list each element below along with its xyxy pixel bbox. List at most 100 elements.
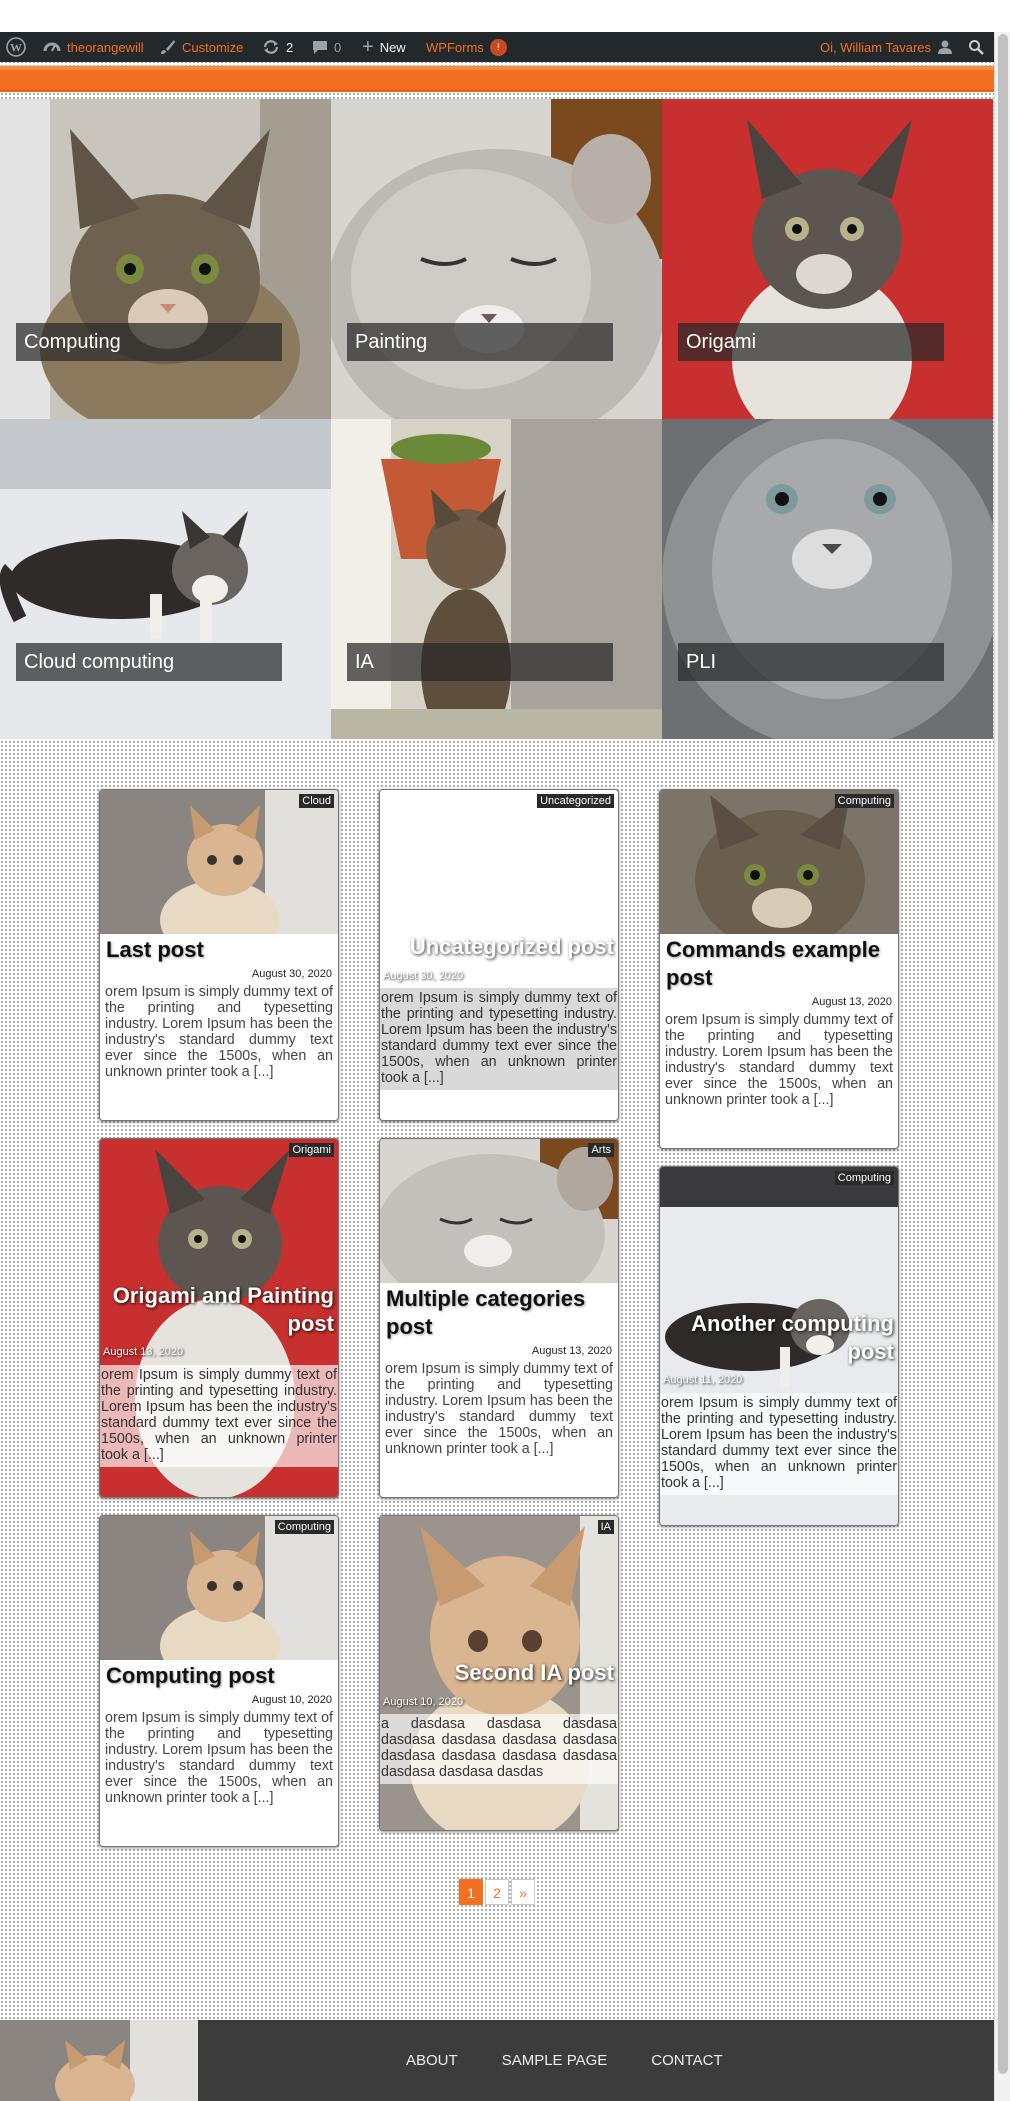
post-card-multiple-categories-post[interactable]: Arts Multiple categories post August 13,… xyxy=(379,1138,619,1498)
account-menu[interactable]: Oi, William Tavares xyxy=(820,32,953,62)
footer-link-sample-page[interactable]: SAMPLE PAGE xyxy=(502,2052,608,2069)
new-content-link[interactable]: + New xyxy=(362,32,406,62)
post-date: August 13, 2020 xyxy=(531,1345,612,1357)
kitten-image xyxy=(662,99,993,419)
footer-image xyxy=(0,2020,198,2101)
comments-count: 0 xyxy=(334,39,342,55)
post-excerpt: orem Ipsum is simply dummy text of the p… xyxy=(380,988,618,1090)
category-tag[interactable]: IA xyxy=(597,1520,614,1534)
category-grid: Computing Painting Origami Cloud computi… xyxy=(0,99,994,739)
category-tag[interactable]: Uncategorized xyxy=(537,794,614,808)
updates-link[interactable]: 2 xyxy=(262,32,293,62)
dashboard-icon xyxy=(43,42,61,52)
post-date: August 10, 2020 xyxy=(383,1696,464,1708)
post-card-second-ia-post[interactable]: IA Second IA post August 10, 2020 a dasd… xyxy=(379,1515,619,1831)
kitten-image xyxy=(0,419,331,739)
category-label: Computing xyxy=(16,323,282,361)
paintbrush-icon xyxy=(161,40,175,54)
page-1-link[interactable]: 1 xyxy=(459,1879,483,1905)
page-scrollbar[interactable] xyxy=(994,32,1010,2101)
category-label: Origami xyxy=(678,323,944,361)
wpforms-label: WPForms xyxy=(426,39,484,55)
category-tile-origami[interactable]: Origami xyxy=(662,99,993,419)
post-excerpt: orem Ipsum is simply dummy text of the p… xyxy=(385,1361,614,1457)
comments-link[interactable]: 0 xyxy=(312,32,341,62)
post-title[interactable]: Last post xyxy=(100,936,338,964)
post-date: August 30, 2020 xyxy=(383,970,464,982)
plus-icon: + xyxy=(362,36,374,58)
post-title[interactable]: Multiple categories post xyxy=(380,1285,618,1341)
category-tag[interactable]: Computing xyxy=(274,1520,334,1534)
post-thumbnail xyxy=(100,1516,338,1660)
scrollbar-thumb[interactable] xyxy=(998,34,1008,2074)
category-label: PLI xyxy=(678,643,944,681)
category-tile-painting[interactable]: Painting xyxy=(331,99,662,419)
wpforms-link[interactable]: WPForms ! xyxy=(426,32,507,62)
post-date: August 30, 2020 xyxy=(251,968,332,980)
post-date: August 13, 2020 xyxy=(811,996,892,1008)
category-tag[interactable]: Computing xyxy=(834,794,894,808)
category-tag[interactable]: Computing xyxy=(834,1171,894,1185)
post-excerpt: a dasdasa dasdasa dasdasa dasdasa dasdas… xyxy=(380,1714,618,1784)
site-name-link[interactable]: theorangewill xyxy=(43,32,144,62)
customize-label: Customize xyxy=(182,39,244,55)
category-tile-cloud-computing[interactable]: Cloud computing xyxy=(0,419,331,739)
wpforms-notification-badge: ! xyxy=(489,38,507,56)
post-date: August 10, 2020 xyxy=(251,1694,332,1706)
post-excerpt: orem Ipsum is simply dummy text of the p… xyxy=(660,1393,898,1495)
post-card-last-post[interactable]: Cloud Last post August 30, 2020 orem Ips… xyxy=(99,789,339,1121)
kitten-image xyxy=(0,99,331,419)
category-label: IA xyxy=(347,643,613,681)
next-page-link[interactable]: » xyxy=(511,1879,535,1905)
footer-nav: ABOUT SAMPLE PAGE CONTACT xyxy=(406,2052,767,2069)
updates-icon xyxy=(263,40,279,54)
post-title[interactable]: Commands example post xyxy=(660,936,898,992)
footer-link-about[interactable]: ABOUT xyxy=(406,2052,458,2069)
post-card-computing-post[interactable]: Computing Computing post August 10, 2020… xyxy=(99,1515,339,1847)
category-tag[interactable]: Cloud xyxy=(299,794,334,808)
category-tile-pli[interactable]: PLI xyxy=(662,419,993,739)
post-title[interactable]: Origami and Painting post xyxy=(106,1282,334,1338)
wordpress-logo-icon[interactable]: W xyxy=(6,32,26,62)
post-card-uncategorized-post[interactable]: Uncategorized Uncategorized post August … xyxy=(379,789,619,1121)
footer-link-contact[interactable]: CONTACT xyxy=(651,2052,722,2069)
comment-icon xyxy=(313,41,327,54)
post-thumbnail xyxy=(100,790,338,934)
category-tile-ia[interactable]: IA xyxy=(331,419,662,739)
post-excerpt: orem Ipsum is simply dummy text of the p… xyxy=(105,984,334,1080)
kitten-image xyxy=(331,99,662,419)
kitten-image xyxy=(331,419,662,739)
post-title[interactable]: Another computing post xyxy=(666,1310,894,1366)
post-thumbnail xyxy=(380,1139,618,1283)
post-date: August 13, 2020 xyxy=(103,1346,184,1358)
updates-count: 2 xyxy=(286,39,294,55)
post-date: August 11, 2020 xyxy=(663,1374,743,1386)
search-icon[interactable] xyxy=(968,32,984,62)
site-footer: ABOUT SAMPLE PAGE CONTACT xyxy=(0,2020,994,2101)
category-tag[interactable]: Origami xyxy=(289,1143,334,1157)
post-excerpt: orem Ipsum is simply dummy text of the p… xyxy=(100,1365,338,1467)
admin-bar: W theorangewill Customize 2 0 + New WPFo… xyxy=(0,32,994,62)
new-label: New xyxy=(379,39,406,55)
post-title[interactable]: Uncategorized post xyxy=(384,933,614,961)
category-label: Painting xyxy=(347,323,613,361)
customize-link[interactable]: Customize xyxy=(160,32,243,62)
category-tile-computing[interactable]: Computing xyxy=(0,99,331,419)
site-name: theorangewill xyxy=(67,39,144,55)
category-label: Cloud computing xyxy=(16,643,282,681)
post-card-another-computing-post[interactable]: Computing Another computing post August … xyxy=(659,1166,899,1526)
post-title[interactable]: Second IA post xyxy=(386,1659,614,1687)
header-accent-bar xyxy=(0,66,994,92)
user-avatar-icon xyxy=(938,40,953,54)
post-card-origami-and-painting-post[interactable]: Origami Origami and Painting post August… xyxy=(99,1138,339,1498)
post-excerpt: orem Ipsum is simply dummy text of the p… xyxy=(665,1012,894,1108)
page-2-link[interactable]: 2 xyxy=(485,1879,509,1905)
post-title[interactable]: Computing post xyxy=(100,1662,338,1690)
post-thumbnail xyxy=(660,790,898,934)
user-greeting: Oi, William Tavares xyxy=(820,39,932,55)
post-excerpt: orem Ipsum is simply dummy text of the p… xyxy=(105,1710,334,1806)
svg-text:W: W xyxy=(10,41,22,55)
category-tag[interactable]: Arts xyxy=(588,1143,614,1157)
post-card-commands-example-post[interactable]: Computing Commands example post August 1… xyxy=(659,789,899,1149)
pagination: 1 2 » xyxy=(459,1879,535,1905)
